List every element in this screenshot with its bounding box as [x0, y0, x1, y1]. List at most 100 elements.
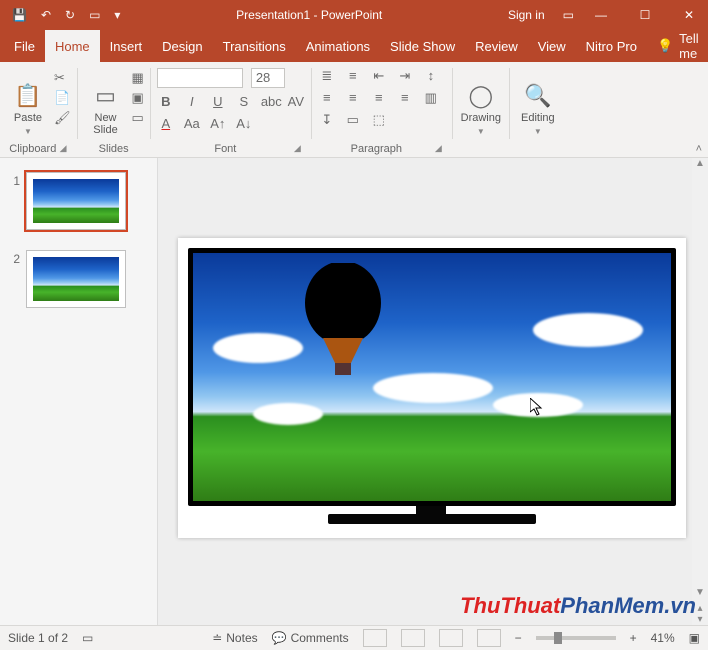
notes-icon: ≐ [212, 631, 222, 645]
grow-font-button[interactable]: A↑ [209, 116, 227, 132]
tab-transitions[interactable]: Transitions [213, 30, 296, 62]
drawing-label: Drawing [461, 112, 501, 124]
next-slide-icon[interactable]: ▾ [697, 614, 702, 625]
font-family-input[interactable] [157, 68, 243, 88]
editing-button[interactable]: 🔍 Editing ▼ [516, 66, 560, 136]
tab-nitro[interactable]: Nitro Pro [576, 30, 647, 62]
justify-button[interactable]: ≡ [396, 90, 414, 106]
change-case-button[interactable]: Aa [183, 116, 201, 132]
shapes-icon: ◯ [469, 83, 494, 109]
drawing-button[interactable]: ◯ Drawing ▼ [459, 66, 503, 136]
decrease-indent-button[interactable]: ⇤ [370, 68, 388, 84]
start-from-beginning-icon[interactable]: ▭ [89, 8, 100, 22]
align-text-button[interactable]: ▭ [344, 112, 362, 128]
increase-indent-button[interactable]: ⇥ [396, 68, 414, 84]
close-button[interactable]: ✕ [670, 8, 708, 22]
paste-dropdown-icon[interactable]: ▼ [24, 127, 32, 136]
tab-slideshow[interactable]: Slide Show [380, 30, 465, 62]
font-size-input[interactable]: 28 [251, 68, 285, 88]
bold-button[interactable]: B [157, 94, 175, 110]
zoom-out-button[interactable]: − [515, 631, 522, 645]
new-slide-button[interactable]: ▭ New Slide [84, 66, 128, 136]
font-color-button[interactable]: A [157, 116, 175, 132]
ribbon-display-options-icon[interactable]: ▭ [555, 8, 582, 22]
align-right-button[interactable]: ≡ [370, 90, 388, 106]
editing-label: Editing [521, 112, 555, 124]
section-icon[interactable]: ▭ [132, 110, 144, 126]
bullets-button[interactable]: ≣ [318, 68, 336, 84]
smartart-button[interactable]: ⬚ [370, 112, 388, 128]
align-center-button[interactable]: ≡ [344, 90, 362, 106]
fit-to-window-button[interactable]: ▣ [689, 631, 700, 645]
slide-sorter-view-button[interactable] [401, 629, 425, 647]
slide-count: Slide 1 of 2 [8, 631, 68, 645]
maximize-button[interactable]: ☐ [626, 8, 664, 22]
tab-home[interactable]: Home [45, 30, 100, 62]
font-dialog-launcher[interactable]: ◢ [294, 143, 305, 154]
normal-view-button[interactable] [363, 629, 387, 647]
copy-icon[interactable]: 📄 [54, 90, 71, 106]
slide-thumb-2[interactable]: 2 [0, 246, 157, 324]
clipboard-dialog-launcher[interactable]: ◢ [60, 143, 71, 154]
tab-file[interactable]: File [4, 30, 45, 62]
lightbulb-icon: 💡 [657, 38, 673, 54]
find-icon: 🔍 [524, 83, 551, 109]
save-icon[interactable]: 💾 [12, 8, 27, 22]
line-spacing-button[interactable]: ↕ [422, 68, 440, 84]
format-painter-icon[interactable]: 🖌 [54, 110, 71, 126]
tab-insert[interactable]: Insert [100, 30, 153, 62]
layout-icon[interactable]: ▦ [132, 70, 144, 86]
signin-link[interactable]: Sign in [498, 8, 555, 22]
shrink-font-button[interactable]: A↓ [235, 116, 253, 132]
font-group-label: Font [157, 141, 294, 155]
tellme-search[interactable]: 💡 Tell me [647, 30, 708, 62]
watermark: ThuThuatPhanMem.vn [460, 593, 696, 619]
balloon-icon [293, 263, 393, 403]
tab-review[interactable]: Review [465, 30, 528, 62]
slide-thumb-1[interactable]: 1 [0, 168, 157, 246]
comments-button[interactable]: 💬Comments [272, 631, 349, 645]
shadow-button[interactable]: S [235, 94, 253, 110]
vertical-scrollbar[interactable]: ▲ ▼ ▴ ▾ [692, 158, 708, 625]
character-spacing-button[interactable]: AV [287, 94, 305, 110]
italic-button[interactable]: I [183, 94, 201, 110]
paste-button[interactable]: 📋 Paste ▼ [6, 66, 50, 136]
drawing-dropdown-icon[interactable]: ▼ [477, 127, 485, 136]
editing-dropdown-icon[interactable]: ▼ [534, 127, 542, 136]
slideshow-view-button[interactable] [477, 629, 501, 647]
minimize-button[interactable]: — [582, 8, 620, 22]
strikethrough-button[interactable]: abc [261, 94, 279, 110]
slide-canvas[interactable] [178, 238, 686, 538]
scroll-up-icon[interactable]: ▲ [692, 158, 708, 174]
clipboard-icon: 📋 [14, 83, 41, 109]
align-left-button[interactable]: ≡ [318, 90, 336, 106]
tab-animations[interactable]: Animations [296, 30, 380, 62]
prev-slide-icon[interactable]: ▴ [697, 603, 702, 614]
redo-icon[interactable]: ↻ [65, 8, 75, 22]
notes-button[interactable]: ≐Notes [212, 631, 257, 645]
comments-icon: 💬 [272, 631, 287, 645]
zoom-slider[interactable] [536, 636, 616, 640]
reading-view-button[interactable] [439, 629, 463, 647]
undo-icon[interactable]: ↶ [41, 8, 51, 22]
reset-icon[interactable]: ▣ [132, 90, 144, 106]
new-slide-label: New Slide [93, 112, 117, 136]
tab-view[interactable]: View [528, 30, 576, 62]
zoom-in-button[interactable]: + [630, 631, 637, 645]
paste-label: Paste [14, 112, 42, 124]
spellcheck-icon[interactable]: ▭ [82, 631, 93, 645]
clipboard-group-label: Clipboard [6, 141, 60, 155]
underline-button[interactable]: U [209, 94, 227, 110]
tellme-label: Tell me [679, 31, 699, 61]
collapse-ribbon-button[interactable]: ˄ [696, 143, 702, 155]
numbering-button[interactable]: ≡ [344, 68, 362, 84]
window-title: Presentation1 - PowerPoint [120, 8, 498, 22]
tv-image[interactable] [188, 248, 676, 506]
qat-more-icon[interactable]: ▾ [114, 8, 120, 22]
zoom-level[interactable]: 41% [651, 631, 675, 645]
paragraph-dialog-launcher[interactable]: ◢ [435, 143, 446, 154]
columns-button[interactable]: ▥ [422, 90, 440, 106]
text-direction-button[interactable]: ↧ [318, 112, 336, 128]
cut-icon[interactable]: ✂ [54, 70, 71, 86]
tab-design[interactable]: Design [152, 30, 212, 62]
